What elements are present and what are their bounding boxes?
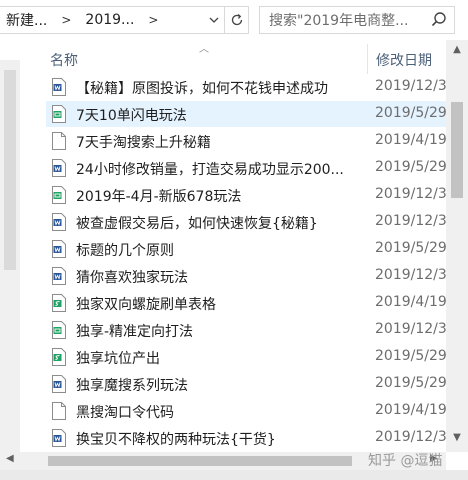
file-name: 独享魔搜系列玩法 — [76, 378, 188, 394]
chevron-down-icon[interactable] — [202, 7, 225, 33]
file-modified-date: 2019/5/29 — [375, 375, 446, 391]
file-name: 换宝贝不降权的两种玩法{干货} — [76, 432, 276, 448]
text-file-icon — [52, 402, 66, 420]
scroll-up-icon[interactable]: ▲ — [446, 44, 468, 60]
column-header: 名称 ︿ 修改日期 — [0, 40, 448, 76]
file-row[interactable]: 2019年-4月-新版678玩法 2019/12/3 — [46, 182, 446, 208]
address-bar[interactable]: 新建... > 2019... > — [0, 6, 249, 34]
file-modified-date: 2019/12/3 — [375, 321, 446, 337]
search-icon[interactable] — [430, 11, 448, 29]
file-name: 标题的几个原则 — [76, 243, 174, 259]
file-row[interactable]: 独享坑位产出 2019/5/29 — [46, 344, 446, 370]
breadcrumb-parent[interactable]: 新建... — [0, 10, 53, 30]
file-name: 独享-精准定向打法 — [76, 324, 194, 340]
file-row[interactable]: 换宝贝不降权的两种玩法{干货} 2019/12/3 — [46, 425, 446, 451]
file-name: 2019年-4月-新版678玩法 — [76, 189, 242, 205]
vertical-scroll-thumb[interactable] — [451, 102, 463, 198]
file-row[interactable]: 【秘籍】原图投诉，如何不花钱申述成功 2019/12/3 — [46, 74, 446, 100]
file-modified-date: 2019/12/3 — [375, 78, 446, 94]
column-date-header[interactable]: 修改日期 — [376, 50, 432, 70]
file-modified-date: 2019/4/19 — [375, 132, 446, 148]
file-name: 猜你喜欢独家玩法 — [76, 270, 188, 286]
file-row[interactable]: 独家双向螺旋刷单表格 2019/4/19 — [46, 290, 446, 316]
file-row[interactable]: 黑搜淘口令代码 2019/4/19 — [46, 398, 446, 424]
word-doc-icon — [52, 213, 66, 231]
file-row[interactable]: 24小时修改销量，打造交易成功显示200... 2019/5/29 — [46, 155, 446, 181]
excel-sheet-icon — [52, 321, 66, 339]
file-row[interactable]: 被查虚假交易后，如何快速恢复{秘籍} 2019/12/3 — [46, 209, 446, 235]
file-name: 独家双向螺旋刷单表格 — [76, 297, 216, 313]
excel-sheet-icon — [52, 348, 66, 366]
file-name: 被查虚假交易后，如何快速恢复{秘籍} — [76, 216, 318, 232]
word-doc-icon — [52, 375, 66, 393]
file-name: 独享坑位产出 — [76, 351, 160, 367]
file-row[interactable]: 独享魔搜系列玩法 2019/5/29 — [46, 371, 446, 397]
file-modified-date: 2019/5/29 — [375, 105, 446, 121]
word-doc-icon — [52, 159, 66, 177]
column-name-header[interactable]: 名称 — [50, 50, 78, 70]
file-name: 24小时修改销量，打造交易成功显示200... — [76, 162, 344, 178]
scroll-left-icon[interactable]: ◀ — [6, 453, 14, 464]
file-row[interactable]: 7天手淘搜索上升秘籍 2019/4/19 — [46, 128, 446, 154]
file-modified-date: 2019/4/19 — [375, 402, 446, 418]
file-name: 7天10单闪电玩法 — [76, 108, 187, 124]
file-modified-date: 2019/12/3 — [375, 267, 446, 283]
file-name: 黑搜淘口令代码 — [76, 405, 174, 421]
search-box[interactable]: 搜索"2019年电商整... — [259, 6, 455, 34]
breadcrumb-chevron-icon[interactable]: > — [140, 13, 166, 27]
file-modified-date: 2019/12/3 — [375, 186, 446, 202]
breadcrumb-current[interactable]: 2019... — [79, 12, 140, 28]
column-divider[interactable] — [367, 44, 368, 74]
file-row[interactable]: 独享-精准定向打法 2019/12/3 — [46, 317, 446, 343]
file-modified-date: 2019/5/29 — [375, 240, 446, 256]
excel-sheet-icon — [52, 105, 66, 123]
word-doc-icon — [52, 429, 66, 447]
excel-sheet-icon — [52, 294, 66, 312]
breadcrumb-chevron-icon[interactable]: > — [53, 13, 79, 27]
file-modified-date: 2019/5/29 — [375, 348, 446, 364]
file-modified-date: 2019/5/29 — [375, 159, 446, 175]
search-input[interactable]: 搜索"2019年电商整... — [260, 10, 429, 30]
excel-sheet-icon — [52, 186, 66, 204]
word-doc-icon — [52, 78, 66, 96]
status-strip — [0, 470, 468, 480]
vertical-scrollbar[interactable]: ▲ ▼ — [446, 40, 468, 452]
file-name: 【秘籍】原图投诉，如何不花钱申述成功 — [76, 81, 328, 97]
file-list: 【秘籍】原图投诉，如何不花钱申述成功 2019/12/3 7天10单闪电玩法 2019… — [0, 72, 446, 452]
toolbar: 新建... > 2019... > 搜索"2019年电商整... — [0, 0, 468, 40]
sort-ascending-icon: ︿ — [199, 44, 209, 55]
text-file-icon — [52, 132, 66, 150]
file-row[interactable]: 7天10单闪电玩法 2019/5/29 — [46, 101, 446, 127]
file-modified-date: 2019/12/3 — [375, 213, 446, 229]
refresh-icon[interactable] — [224, 7, 249, 33]
scroll-down-icon[interactable]: ▼ — [446, 432, 468, 448]
word-doc-icon — [52, 240, 66, 258]
file-row[interactable]: 猜你喜欢独家玩法 2019/12/3 — [46, 263, 446, 289]
horizontal-scroll-thumb[interactable] — [48, 456, 352, 466]
file-modified-date: 2019/4/19 — [375, 294, 446, 310]
file-row[interactable]: 标题的几个原则 2019/5/29 — [46, 236, 446, 262]
word-doc-icon — [52, 267, 66, 285]
file-name: 7天手淘搜索上升秘籍 — [76, 135, 211, 151]
file-modified-date: 2019/12/3 — [375, 429, 446, 445]
watermark: 知乎 @逗猫 — [368, 453, 443, 469]
